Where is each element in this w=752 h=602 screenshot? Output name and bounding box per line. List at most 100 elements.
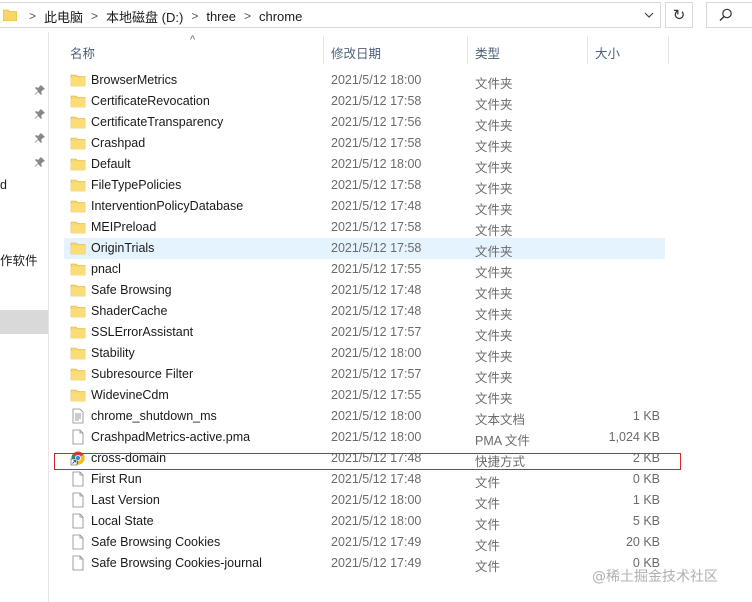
breadcrumb-item[interactable]: three — [206, 9, 236, 24]
nav-item-label[interactable]: 作软件 — [0, 250, 38, 269]
file-row[interactable]: CrashpadMetrics-active.pma 2021/5/12 18:0… — [64, 427, 665, 448]
file-name: ShaderCache — [91, 304, 168, 318]
file-name: Last Version — [91, 493, 160, 507]
file-name: Default — [91, 157, 131, 171]
file-row[interactable]: FileTypePolicies 2021/5/12 17:58 文件夹 — [64, 175, 665, 196]
breadcrumb-separator-icon[interactable]: > — [191, 9, 198, 23]
address-bar[interactable]: > 此电脑 > 本地磁盘 (D:) > three > chrome — [0, 2, 661, 28]
folder-icon — [70, 135, 86, 151]
file-row[interactable]: CertificateRevocation 2021/5/12 17:58 文件夹 — [64, 91, 665, 112]
chevron-down-icon[interactable] — [638, 3, 660, 27]
breadcrumb-item[interactable]: chrome — [259, 9, 302, 24]
nav-item-label[interactable]: d — [0, 178, 7, 192]
file-row[interactable]: Local State 2021/5/12 18:00 文件 5 KB — [64, 511, 665, 532]
file-date: 2021/5/12 17:56 — [331, 115, 422, 129]
file-row[interactable]: Stability 2021/5/12 18:00 文件夹 — [64, 343, 665, 364]
file-date: 2021/5/12 17:58 — [331, 136, 422, 150]
column-type[interactable]: 类型 — [475, 43, 500, 62]
folder-icon — [70, 93, 86, 109]
nav-item-selected[interactable] — [0, 310, 48, 334]
file-date: 2021/5/12 18:00 — [331, 493, 422, 507]
file-row[interactable]: BrowserMetrics 2021/5/12 18:00 文件夹 — [64, 70, 665, 91]
file-date: 2021/5/12 18:00 — [331, 409, 422, 423]
folder-icon — [70, 387, 86, 403]
breadcrumb-separator-icon[interactable]: > — [244, 9, 251, 23]
breadcrumb-separator-icon[interactable]: > — [91, 9, 98, 23]
folder-icon — [70, 345, 86, 361]
folder-icon — [70, 324, 86, 340]
file-name: OriginTrials — [91, 241, 155, 255]
file-date: 2021/5/12 17:58 — [331, 178, 422, 192]
breadcrumb: > 此电脑 > 本地磁盘 (D:) > three > chrome — [21, 3, 302, 29]
pane-divider[interactable] — [48, 32, 49, 602]
file-type: 文件夹 — [475, 161, 513, 175]
file-name: Safe Browsing Cookies — [91, 535, 221, 549]
file-name: chrome_shutdown_ms — [91, 409, 217, 423]
file-type: 文件夹 — [475, 329, 513, 343]
file-row[interactable]: Safe Browsing 2021/5/12 17:48 文件夹 — [64, 280, 665, 301]
pin-icon — [34, 84, 46, 96]
file-row[interactable]: Default 2021/5/12 18:00 文件夹 — [64, 154, 665, 175]
folder-icon — [70, 261, 86, 277]
text-file-icon — [70, 408, 86, 424]
file-date: 2021/5/12 17:57 — [331, 325, 422, 339]
column-divider[interactable] — [323, 36, 324, 64]
column-divider[interactable] — [467, 36, 468, 64]
file-row[interactable]: pnacl 2021/5/12 17:55 文件夹 — [64, 259, 665, 280]
file-date: 2021/5/12 17:48 — [331, 304, 422, 318]
file-row[interactable]: Safe Browsing Cookies 2021/5/12 17:49 文件 20… — [64, 532, 665, 553]
file-type: 文件夹 — [475, 350, 513, 364]
file-row[interactable]: Subresource Filter 2021/5/12 17:57 文件夹 — [64, 364, 665, 385]
folder-icon — [70, 198, 86, 214]
column-date[interactable]: 修改日期 — [331, 43, 381, 62]
breadcrumb-separator-icon[interactable]: > — [29, 9, 36, 23]
file-type: 文件夹 — [475, 392, 513, 406]
breadcrumb-item[interactable]: 此电脑 — [44, 7, 83, 26]
file-size: 5 KB — [632, 514, 660, 528]
file-row[interactable]: CertificateTransparency 2021/5/12 17:56 文件… — [64, 112, 665, 133]
column-size[interactable]: 大小 — [595, 43, 620, 62]
file-row[interactable]: SSLErrorAssistant 2021/5/12 17:57 文件夹 — [64, 322, 665, 343]
column-divider[interactable] — [668, 36, 669, 64]
column-header: ^ 名称 修改日期 类型 大小 — [50, 34, 670, 64]
file-date: 2021/5/12 17:55 — [331, 388, 422, 402]
file-row[interactable]: First Run 2021/5/12 17:48 文件 0 KB — [64, 469, 665, 490]
file-type: 文本文档 — [475, 413, 526, 427]
file-size: 1 KB — [632, 493, 660, 507]
folder-icon — [70, 72, 86, 88]
search-input[interactable] — [706, 2, 752, 28]
file-name: FileTypePolicies — [91, 178, 182, 192]
file-row[interactable]: InterventionPolicyDatabase 2021/5/12 17:4… — [64, 196, 665, 217]
file-type: 文件夹 — [475, 203, 513, 217]
file-type: 文件夹 — [475, 371, 513, 385]
refresh-button[interactable]: ↻ — [665, 2, 693, 28]
file-date: 2021/5/12 17:55 — [331, 262, 422, 276]
breadcrumb-item[interactable]: 本地磁盘 (D:) — [106, 7, 183, 26]
address-bar-row: > 此电脑 > 本地磁盘 (D:) > three > chrome ↻ — [0, 0, 752, 32]
file-type: 文件 — [475, 497, 501, 511]
file-row[interactable]: WidevineCdm 2021/5/12 17:55 文件夹 — [64, 385, 665, 406]
watermark: @稀土掘金技术社区 — [592, 569, 718, 585]
column-divider[interactable] — [587, 36, 588, 64]
file-name: Safe Browsing — [91, 283, 172, 297]
file-date: 2021/5/12 17:58 — [331, 241, 422, 255]
file-icon — [70, 555, 86, 571]
file-row[interactable]: chrome_shutdown_ms 2021/5/12 18:00 文本文档 1 K… — [64, 406, 665, 427]
file-icon — [70, 492, 86, 508]
folder-icon — [70, 114, 86, 130]
file-row[interactable]: Safe Browsing Cookies-journal 2021/5/12 1… — [64, 553, 665, 574]
file-row[interactable]: MEIPreload 2021/5/12 17:58 文件夹 — [64, 217, 665, 238]
file-row[interactable]: Last Version 2021/5/12 18:00 文件 1 KB — [64, 490, 665, 511]
file-row[interactable]: Crashpad 2021/5/12 17:58 文件夹 — [64, 133, 665, 154]
file-row[interactable]: OriginTrials 2021/5/12 17:58 文件夹 — [64, 238, 665, 259]
file-icon — [70, 513, 86, 529]
file-type: 文件夹 — [475, 308, 513, 322]
file-type: 文件夹 — [475, 140, 513, 154]
folder-icon — [2, 9, 18, 24]
file-type: 文件夹 — [475, 224, 513, 238]
file-row[interactable]: ShaderCache 2021/5/12 17:48 文件夹 — [64, 301, 665, 322]
file-type: 文件夹 — [475, 287, 513, 301]
file-date: 2021/5/12 17:58 — [331, 94, 422, 108]
file-type: 文件夹 — [475, 98, 513, 112]
column-name[interactable]: 名称 — [70, 43, 95, 62]
